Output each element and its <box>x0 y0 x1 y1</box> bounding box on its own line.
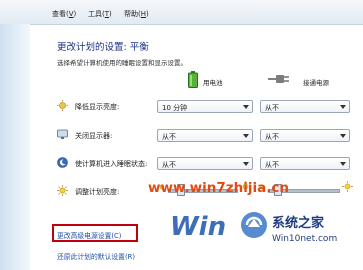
dim-display-battery-select[interactable]: 10 分钟 <box>157 100 253 113</box>
row-label-turn-off-display: 关闭显示器: <box>75 132 113 140</box>
logo-url-text: Win10net.com <box>272 234 337 244</box>
menu-tools[interactable]: 工具(T) <box>88 9 112 19</box>
row-label-dim-display: 降低显示亮度: <box>75 103 120 111</box>
chevron-down-icon <box>243 162 249 166</box>
chevron-down-icon <box>340 105 346 109</box>
brightness-icon <box>57 185 68 196</box>
chevron-down-icon <box>243 105 249 109</box>
dim-brightness-icon <box>57 100 68 111</box>
turn-off-display-plugged-select[interactable]: 从不 <box>260 129 350 142</box>
menu-view[interactable]: 查看(V) <box>52 9 76 19</box>
turn-off-display-battery-select[interactable]: 从不 <box>157 129 253 142</box>
page-subtitle: 选择希望计算机使用的睡眠设置和显示设置。 <box>57 59 187 67</box>
chevron-down-icon <box>340 134 346 138</box>
sleep-icon <box>57 157 68 168</box>
restore-defaults-link[interactable]: 还原此计划的默认设置(R) <box>57 251 135 261</box>
battery-icon <box>188 71 198 88</box>
menu-bar: 查看(V) 工具(T) 帮助(H) <box>0 0 363 25</box>
logo-brand-text: 系统之家 <box>272 215 325 231</box>
monitor-icon <box>57 129 68 139</box>
watermark-logo: Win 系统之家 Win10net.com <box>170 212 337 244</box>
navigation-pane <box>0 24 30 270</box>
sleep-plugged-select[interactable]: 从不 <box>260 157 350 170</box>
chevron-down-icon <box>243 134 249 138</box>
svg-text:Win: Win <box>170 212 226 242</box>
power-plug-icon <box>268 75 289 83</box>
watermark-url: www.win7zhijia.cn <box>148 180 289 196</box>
dim-display-plugged-select[interactable]: 从不 <box>260 100 350 113</box>
battery-column-label: 用电池 <box>203 79 223 87</box>
advanced-power-settings-link[interactable]: 更改高级电源设置(C) <box>57 230 121 240</box>
plugged-column-label: 接通电源 <box>303 79 329 87</box>
chevron-down-icon <box>340 162 346 166</box>
menu-help[interactable]: 帮助(H) <box>124 9 149 19</box>
sleep-battery-select[interactable]: 从不 <box>157 157 253 170</box>
page-title: 更改计划的设置: 平衡 <box>57 42 149 53</box>
row-label-sleep: 使计算机进入睡眠状态: <box>75 160 148 168</box>
row-label-brightness: 调整计划亮度: <box>75 188 120 196</box>
bright-sun-icon <box>342 181 353 192</box>
